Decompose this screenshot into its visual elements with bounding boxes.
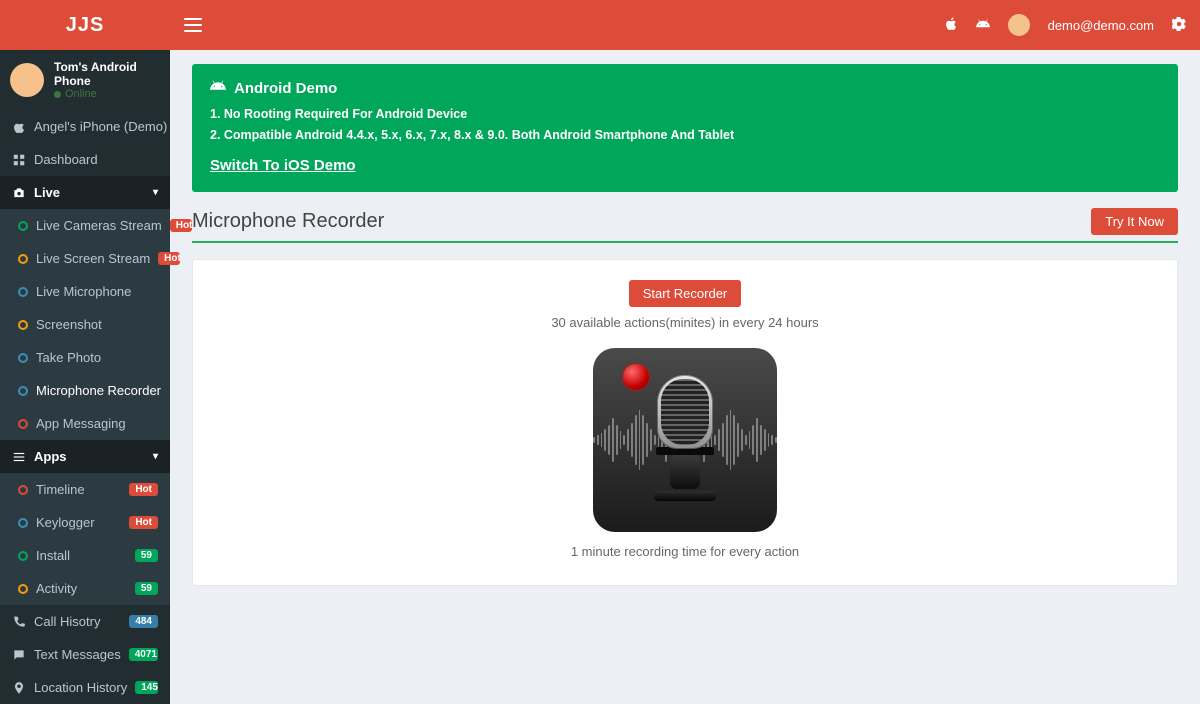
user-email[interactable]: demo@demo.com [1048, 18, 1154, 33]
device-status: Online [54, 88, 160, 100]
sidebar-item-screenshot[interactable]: Screenshot [0, 308, 170, 341]
sidebar-item-timeline[interactable]: Timeline Hot [0, 473, 170, 506]
sidebar-item-label: Location History [34, 680, 127, 695]
sidebar-item-live-cameras[interactable]: Live Cameras Stream Hot [0, 209, 170, 242]
bullet-icon [18, 221, 28, 231]
avatar[interactable] [1008, 14, 1030, 36]
chevron-down-icon: ▾ [153, 187, 158, 198]
sidebar-item-label: Keylogger [36, 515, 95, 530]
sidebar-item-label: Angel's iPhone (Demo) [34, 119, 167, 134]
location-icon [12, 681, 26, 695]
dashboard-icon [12, 153, 26, 167]
demo-alert: Android Demo 1. No Rooting Required For … [192, 64, 1178, 192]
bullet-icon [18, 386, 28, 396]
badge-count: 59 [135, 582, 158, 595]
try-it-now-button[interactable]: Try It Now [1091, 208, 1178, 235]
sidebar-item-label: Live Cameras Stream [36, 218, 162, 233]
main-content: Android Demo 1. No Rooting Required For … [170, 50, 1200, 704]
bullet-icon [18, 485, 28, 495]
alert-title: Android Demo [234, 80, 337, 97]
badge-count: 59 [135, 549, 158, 562]
quota-text: 30 available actions(minites) in every 2… [203, 315, 1167, 330]
brand-logo[interactable]: JJS [0, 0, 170, 50]
sidebar-item-other-device[interactable]: Angel's iPhone (Demo) [0, 110, 170, 143]
caption-text: 1 minute recording time for every action [203, 544, 1167, 559]
recorder-artwork [593, 348, 777, 532]
apple-icon[interactable] [944, 17, 958, 33]
sidebar-group-label: Live [34, 185, 60, 200]
sidebar-item-install[interactable]: Install 59 [0, 539, 170, 572]
sidebar-item-app-messaging[interactable]: App Messaging [0, 407, 170, 440]
badge-count: 145 [135, 681, 158, 694]
bullet-icon [18, 353, 28, 363]
start-recorder-button[interactable]: Start Recorder [629, 280, 742, 307]
sidebar-item-label: Take Photo [36, 350, 101, 365]
sidebar-item-label: Timeline [36, 482, 85, 497]
settings-icon[interactable] [1172, 17, 1186, 34]
badge-count: 4071 [129, 648, 158, 661]
device-name: Tom's Android Phone [54, 60, 160, 88]
sidebar-item-label: Live Screen Stream [36, 251, 150, 266]
badge-hot: Hot [129, 516, 158, 529]
sidebar-item-activity[interactable]: Activity 59 [0, 572, 170, 605]
recorder-panel: Start Recorder 30 available actions(mini… [192, 259, 1178, 586]
sidebar-item-label: Text Messages [34, 647, 121, 662]
sidebar-item-keylogger[interactable]: Keylogger Hot [0, 506, 170, 539]
chevron-down-icon: ▾ [153, 451, 158, 462]
switch-demo-link[interactable]: Switch To iOS Demo [210, 157, 356, 174]
sidebar-group-label: Apps [34, 449, 67, 464]
sidebar-item-live-microphone[interactable]: Live Microphone [0, 275, 170, 308]
microphone-icon [650, 375, 720, 505]
sidebar-item-label: App Messaging [36, 416, 126, 431]
messages-icon [12, 648, 26, 662]
sidebar-item-label: Microphone Recorder [36, 383, 161, 398]
sidebar-item-label: Activity [36, 581, 77, 596]
badge-hot: Hot [129, 483, 158, 496]
sidebar-item-call-history[interactable]: Call Hisotry 484 [0, 605, 170, 638]
badge-hot: Hot [170, 219, 192, 232]
sidebar-item-label: Dashboard [34, 152, 98, 167]
topbar: JJS demo@demo.com [0, 0, 1200, 50]
online-dot-icon [54, 91, 61, 98]
alert-line: 1. No Rooting Required For Android Devic… [210, 104, 1160, 125]
camera-icon [12, 186, 26, 200]
apple-icon [12, 120, 26, 134]
record-indicator-icon [623, 364, 649, 390]
phone-icon [12, 615, 26, 629]
bullet-icon [18, 287, 28, 297]
sidebar-item-label: Call Hisotry [34, 614, 100, 629]
bullet-icon [18, 320, 28, 330]
page-title: Microphone Recorder [192, 210, 384, 233]
bullet-icon [18, 254, 28, 264]
sidebar: Tom's Android Phone Online Angel's iPhon… [0, 50, 170, 704]
sidebar-item-label: Live Microphone [36, 284, 131, 299]
sidebar-item-location-history[interactable]: Location History 145 [0, 671, 170, 704]
device-avatar [10, 63, 44, 97]
badge-hot: Hot [158, 252, 180, 265]
sidebar-item-live-screen[interactable]: Live Screen Stream Hot [0, 242, 170, 275]
badge-count: 484 [129, 615, 158, 628]
sidebar-group-live[interactable]: Live ▾ [0, 176, 170, 209]
sidebar-item-mic-recorder[interactable]: Microphone Recorder [0, 374, 170, 407]
android-icon[interactable] [976, 17, 990, 33]
sidebar-item-label: Screenshot [36, 317, 102, 332]
sidebar-group-apps[interactable]: Apps ▾ [0, 440, 170, 473]
sidebar-item-text-messages[interactable]: Text Messages 4071 [0, 638, 170, 671]
sidebar-item-dashboard[interactable]: Dashboard [0, 143, 170, 176]
alert-line: 2. Compatible Android 4.4.x, 5.x, 6.x, 7… [210, 125, 1160, 146]
bullet-icon [18, 584, 28, 594]
top-nav: demo@demo.com [170, 0, 1200, 50]
page-header: Microphone Recorder Try It Now [192, 208, 1178, 243]
bullet-icon [18, 551, 28, 561]
device-panel[interactable]: Tom's Android Phone Online [0, 50, 170, 110]
menu-toggle-icon[interactable] [184, 18, 202, 32]
android-icon [210, 78, 226, 98]
apps-icon [12, 450, 26, 464]
bullet-icon [18, 518, 28, 528]
sidebar-item-take-photo[interactable]: Take Photo [0, 341, 170, 374]
bullet-icon [18, 419, 28, 429]
